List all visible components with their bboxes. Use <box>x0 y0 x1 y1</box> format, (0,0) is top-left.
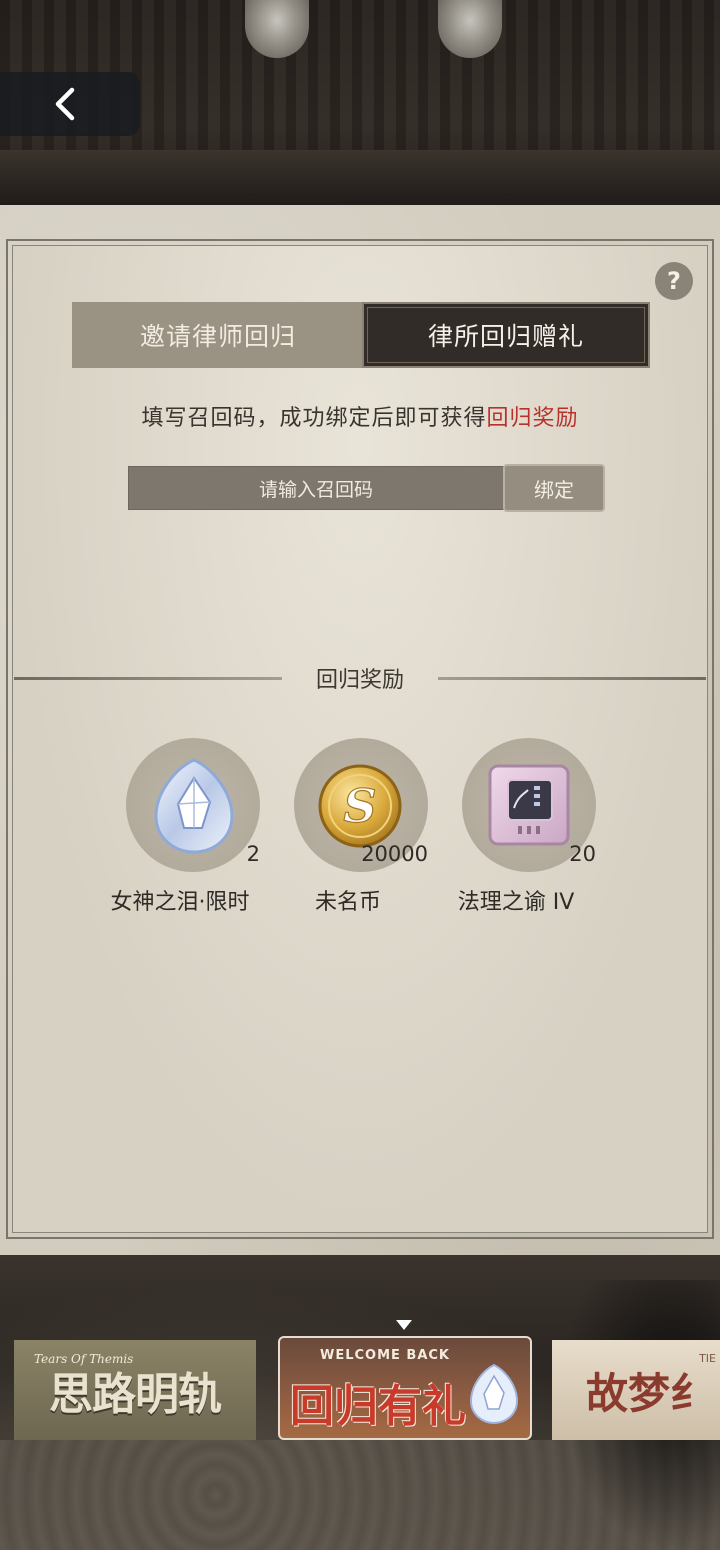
chip-card-icon <box>488 764 570 846</box>
chevron-left-icon <box>55 87 75 121</box>
banner-welcome-text: WELCOME BACK <box>319 1348 451 1363</box>
reward-item[interactable]: 20 法理之谕 IV <box>426 738 606 918</box>
question-icon: ? <box>667 267 681 295</box>
bind-button-label: 绑定 <box>534 477 574 502</box>
banner-welcome-back[interactable]: WELCOME BACK 回归有礼 <box>278 1336 532 1440</box>
recall-code-placeholder: 请输入召回码 <box>258 478 373 501</box>
balcony-railing <box>0 150 720 210</box>
banner-old-dream[interactable]: 故梦纟 TIE <box>552 1340 720 1440</box>
crystal-tear-icon <box>469 1363 519 1425</box>
crystal-tear-icon <box>154 758 234 854</box>
tab-label: 律所回归赠礼 <box>427 322 584 351</box>
bind-button[interactable]: 绑定 <box>503 464 605 512</box>
svg-text:S: S <box>343 779 376 833</box>
instruction-highlight: 回归奖励 <box>486 406 579 431</box>
banner-title: 思路明轨 <box>49 1369 222 1420</box>
back-button[interactable] <box>0 72 140 136</box>
rewards-section-title: 回归奖励 <box>315 668 404 693</box>
section-divider-left <box>14 677 282 680</box>
reward-count: 20 <box>569 842 596 866</box>
gold-coin-icon: S <box>318 764 402 848</box>
tab-label: 邀请律师回归 <box>139 322 296 351</box>
reward-name: 法理之谕 IV <box>457 890 575 915</box>
banner-title: 回归有礼 <box>290 1381 466 1432</box>
tab-return-gift[interactable]: 律所回归赠礼 <box>362 302 650 368</box>
instruction-text: 填写召回码，成功绑定后即可获得回归奖励 <box>0 400 720 432</box>
recall-code-input[interactable]: 请输入召回码 <box>128 466 504 510</box>
reward-count: 20000 <box>361 842 428 866</box>
section-divider-right <box>438 677 706 680</box>
banner-subtitle: TIE <box>699 1352 716 1365</box>
tab-bar: 邀请律师回归 律所回归赠礼 <box>72 302 650 368</box>
banner-subtitle: Tears Of Themis <box>34 1352 134 1366</box>
help-button[interactable]: ? <box>655 262 693 300</box>
selected-indicator-icon <box>396 1320 412 1330</box>
tab-invite-lawyer[interactable]: 邀请律师回归 <box>72 302 364 368</box>
banner-clear-path[interactable]: 思路明轨 Tears Of Themis <box>14 1340 256 1440</box>
banner-title: 故梦纟 <box>586 1368 713 1418</box>
instruction-prefix: 填写召回码，成功绑定后即可获得 <box>141 406 487 431</box>
